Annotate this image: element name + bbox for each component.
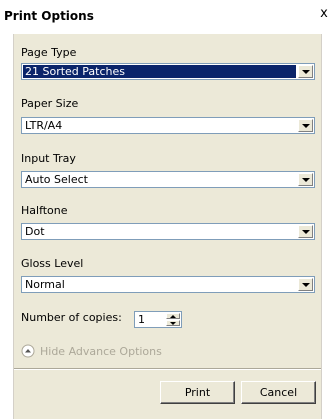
- gloss-level-label: Gloss Level: [21, 257, 84, 270]
- halftone-label: Halftone: [21, 204, 68, 217]
- page-type-select[interactable]: 21 Sorted Patches: [21, 63, 315, 80]
- cancel-button[interactable]: Cancel: [241, 381, 316, 404]
- chevron-down-icon[interactable]: [298, 173, 313, 186]
- paper-size-value: LTR/A4: [25, 119, 63, 132]
- paper-size-select[interactable]: LTR/A4: [21, 117, 315, 134]
- gloss-level-select[interactable]: Normal: [21, 276, 315, 293]
- stepper-up-icon[interactable]: [166, 313, 180, 319]
- stepper-down-icon[interactable]: [166, 320, 180, 326]
- input-tray-label: Input Tray: [21, 152, 76, 165]
- chevron-down-icon[interactable]: [298, 65, 313, 78]
- input-tray-select[interactable]: Auto Select: [21, 171, 315, 188]
- stepper-buttons: [166, 313, 180, 326]
- hide-advance-options-link[interactable]: Hide Advance Options: [21, 344, 162, 358]
- chevron-up-circle-icon: [21, 344, 35, 358]
- page-type-label: Page Type: [21, 46, 77, 59]
- chevron-down-icon[interactable]: [298, 119, 313, 132]
- gloss-level-value: Normal: [25, 278, 65, 291]
- close-icon[interactable]: x: [316, 6, 332, 21]
- window-title: Print Options: [4, 9, 94, 23]
- hide-advance-options-label: Hide Advance Options: [40, 344, 162, 358]
- halftone-value: Dot: [25, 225, 45, 238]
- title-bar: Print Options x: [0, 0, 336, 34]
- copies-stepper[interactable]: 1: [134, 311, 182, 328]
- frame-right-border: [321, 34, 322, 419]
- input-tray-value: Auto Select: [25, 173, 88, 186]
- copies-label: Number of copies:: [21, 311, 122, 324]
- chevron-down-icon[interactable]: [298, 278, 313, 291]
- halftone-select[interactable]: Dot: [21, 223, 315, 240]
- print-button[interactable]: Print: [160, 381, 235, 404]
- paper-size-label: Paper Size: [21, 97, 79, 110]
- page-type-value: 21 Sorted Patches: [25, 65, 125, 78]
- copies-value: 1: [138, 313, 145, 326]
- chevron-down-icon[interactable]: [298, 225, 313, 238]
